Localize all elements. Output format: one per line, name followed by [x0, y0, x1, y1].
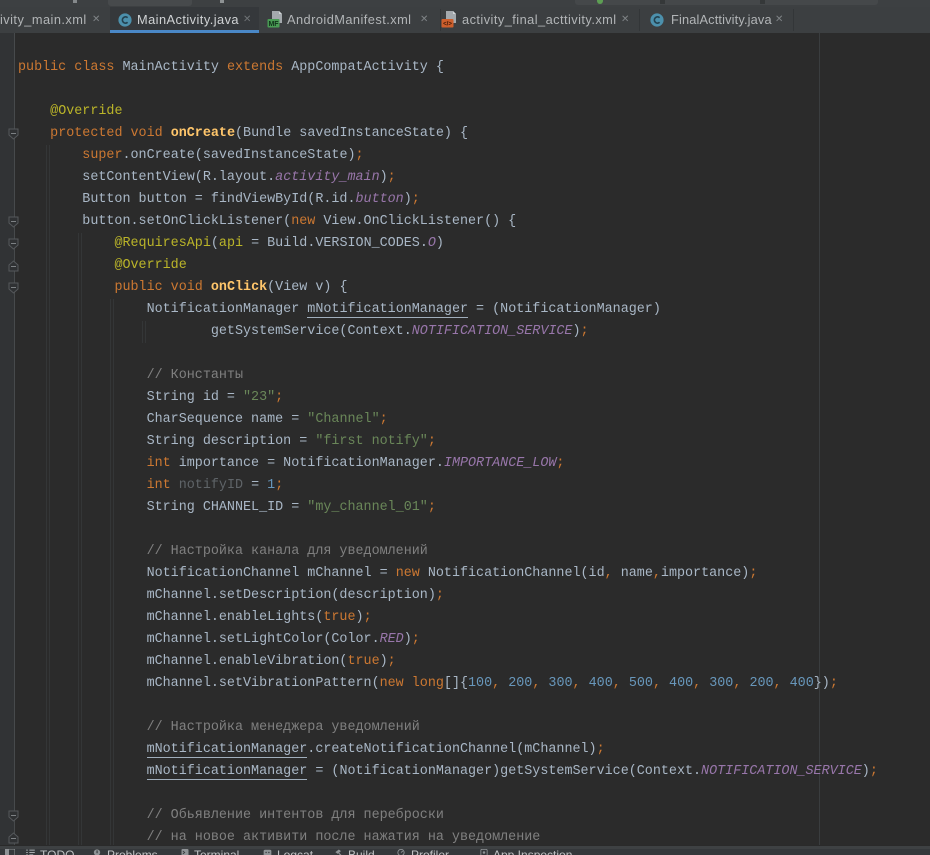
svg-text:MF: MF: [268, 21, 279, 28]
svg-text:</>: </>: [443, 21, 452, 27]
